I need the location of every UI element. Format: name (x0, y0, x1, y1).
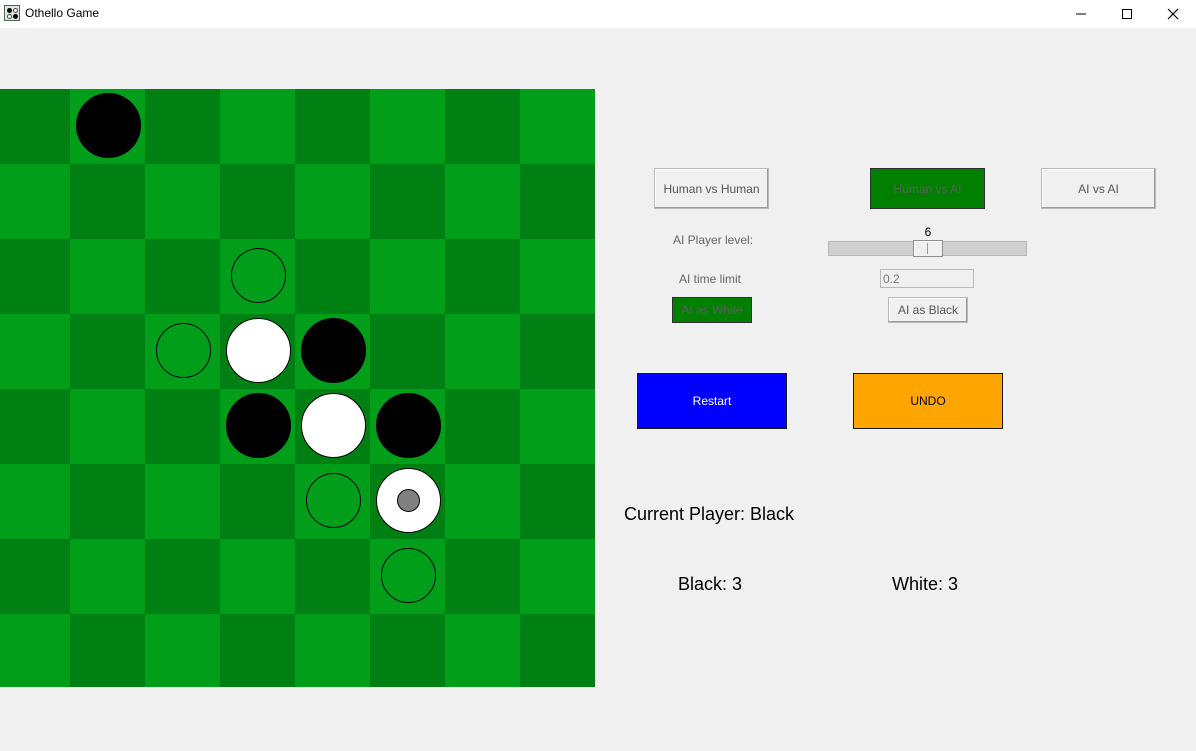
white-disc (301, 393, 366, 458)
undo-button[interactable]: UNDO (853, 373, 1003, 429)
board-cell[interactable] (145, 389, 220, 464)
board-cell[interactable] (0, 389, 70, 464)
board-canvas[interactable] (0, 89, 595, 687)
ai-time-label: AI time limit (679, 272, 742, 286)
window-title: Othello Game (25, 6, 100, 20)
board-cell[interactable] (0, 614, 70, 687)
minimize-button[interactable] (1058, 0, 1104, 28)
board-cell[interactable] (0, 89, 70, 164)
board-cell[interactable] (370, 614, 445, 687)
board-cell[interactable] (145, 614, 220, 687)
board-cell[interactable] (0, 164, 70, 239)
close-icon (1167, 8, 1179, 20)
black-disc (226, 393, 291, 458)
board-cell[interactable] (295, 539, 370, 614)
ai-vs-ai-button[interactable]: AI vs AI (1041, 168, 1156, 209)
board-cell[interactable] (70, 389, 145, 464)
board-cell[interactable] (520, 464, 595, 539)
black-score-label: Black: 3 (678, 574, 743, 594)
board-cell[interactable] (220, 539, 295, 614)
restart-button[interactable]: Restart (637, 373, 787, 429)
board-cell[interactable] (145, 464, 220, 539)
board-cell[interactable] (370, 89, 445, 164)
board-cell[interactable] (295, 239, 370, 314)
board-cell[interactable] (220, 164, 295, 239)
minimize-icon (1076, 13, 1086, 15)
board-cell[interactable] (520, 164, 595, 239)
human-vs-ai-button[interactable]: Human vs AI (870, 168, 985, 209)
ai-level-label: AI Player level: (673, 233, 754, 247)
board-cell[interactable] (370, 239, 445, 314)
ai-level-value: 6 (924, 225, 932, 239)
board-cell[interactable] (220, 89, 295, 164)
board-cell[interactable] (370, 314, 445, 389)
board-cell[interactable] (0, 239, 70, 314)
white-score-label: White: 3 (892, 574, 959, 594)
current-player-label: Current Player: Black (624, 504, 795, 524)
board-cell[interactable] (445, 89, 520, 164)
ai-level-slider-thumb[interactable] (913, 240, 943, 257)
board-cell[interactable] (70, 314, 145, 389)
board-cell[interactable] (445, 464, 520, 539)
board-cell[interactable] (0, 464, 70, 539)
board-cell[interactable] (445, 314, 520, 389)
human-vs-human-button[interactable]: Human vs Human (654, 168, 769, 209)
board-cell[interactable] (520, 539, 595, 614)
board-cell[interactable] (220, 464, 295, 539)
board-cell[interactable] (70, 239, 145, 314)
black-disc (76, 93, 141, 158)
board-cell[interactable] (145, 89, 220, 164)
black-disc (376, 393, 441, 458)
ai-as-white-button[interactable]: AI as White (672, 297, 752, 323)
board-cell[interactable] (70, 539, 145, 614)
board-cell[interactable] (70, 164, 145, 239)
board-cell[interactable] (520, 389, 595, 464)
board-cell[interactable] (445, 164, 520, 239)
board-cell[interactable] (295, 164, 370, 239)
board-cell[interactable] (370, 164, 445, 239)
ai-as-black-button[interactable]: AI as Black (888, 297, 968, 323)
board-cell[interactable] (445, 389, 520, 464)
board-cell[interactable] (520, 314, 595, 389)
board-cell[interactable] (445, 539, 520, 614)
white-disc (226, 318, 291, 383)
board-cell[interactable] (145, 539, 220, 614)
board-cell[interactable] (445, 239, 520, 314)
board-cell[interactable] (295, 614, 370, 687)
board-cell[interactable] (220, 614, 295, 687)
close-button[interactable] (1150, 0, 1196, 28)
board-cell[interactable] (295, 89, 370, 164)
board-cell[interactable] (70, 614, 145, 687)
board-cell[interactable] (0, 314, 70, 389)
ai-time-input[interactable] (880, 269, 974, 288)
othello-board[interactable] (0, 89, 595, 687)
board-cell[interactable] (145, 164, 220, 239)
board-cell[interactable] (445, 614, 520, 687)
board-cell[interactable] (520, 614, 595, 687)
black-disc (301, 318, 366, 383)
maximize-button[interactable] (1104, 0, 1150, 28)
maximize-icon (1122, 9, 1132, 19)
board-cell[interactable] (70, 464, 145, 539)
title-bar: Othello Game (0, 0, 1196, 28)
board-cell[interactable] (520, 89, 595, 164)
board-cell[interactable] (0, 539, 70, 614)
board-cell[interactable] (145, 239, 220, 314)
board-cell[interactable] (520, 239, 595, 314)
last-move-marker (397, 489, 420, 512)
othello-board-icon (4, 5, 20, 21)
